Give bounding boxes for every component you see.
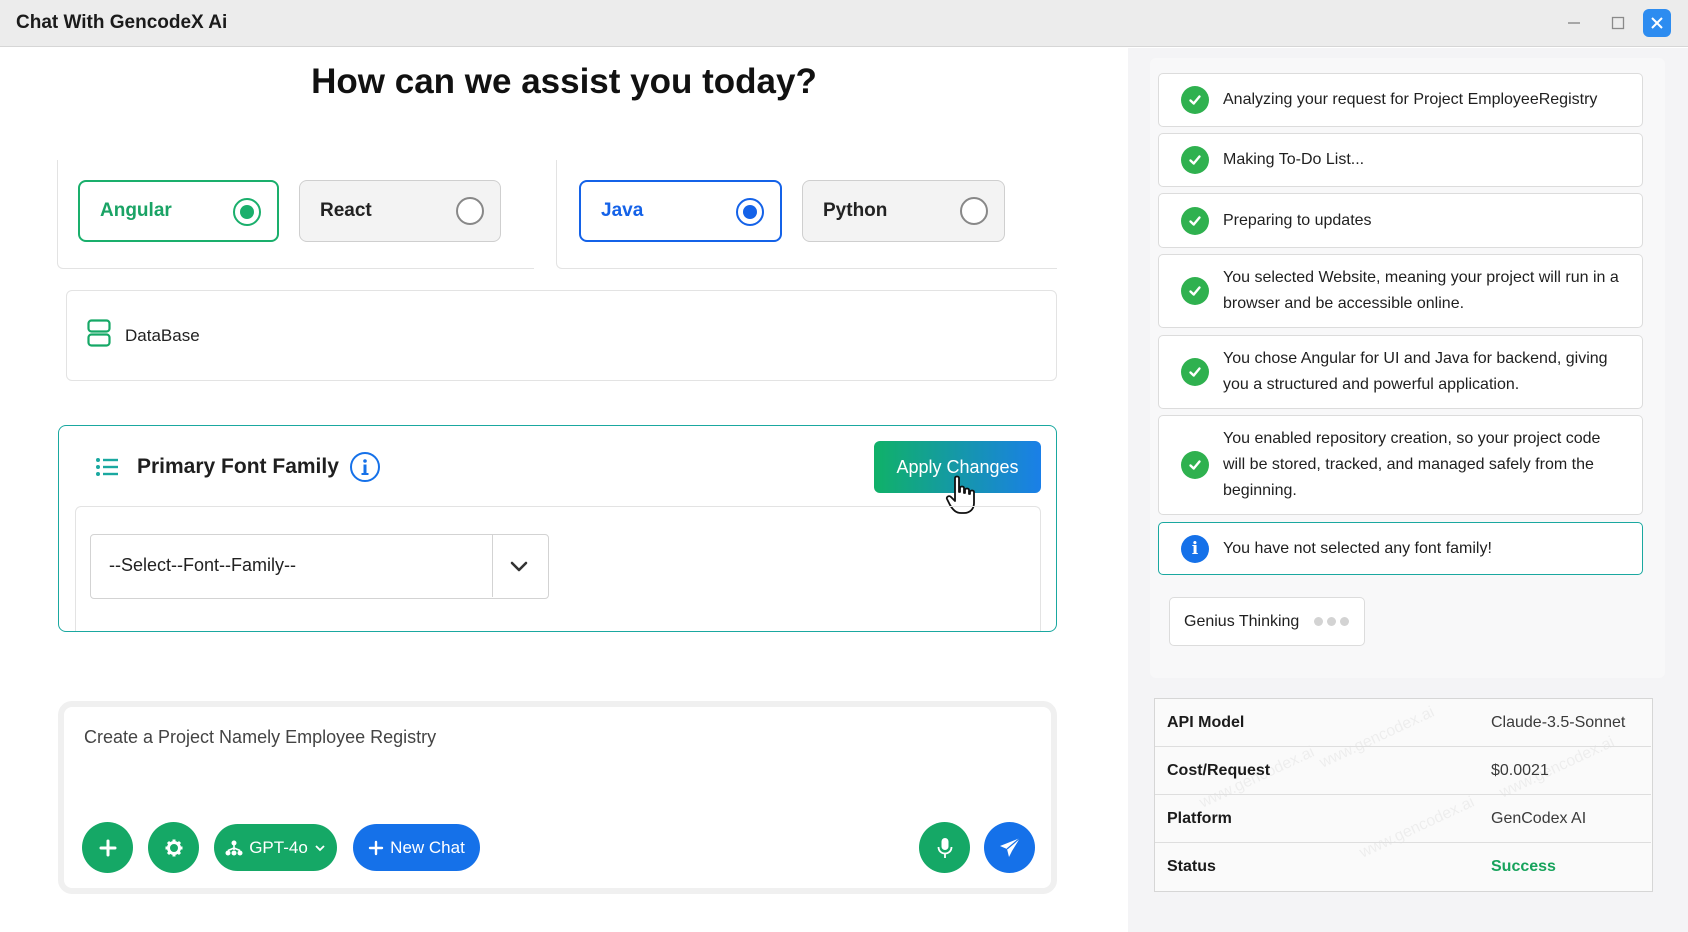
- row-key: Platform: [1167, 810, 1232, 827]
- step-item-warning: i You have not selected any font family!: [1158, 522, 1643, 575]
- row-value: Claude-3.5-Sonnet: [1491, 714, 1626, 731]
- radio-unselected-icon[interactable]: [960, 197, 988, 225]
- option-label: Angular: [100, 200, 172, 221]
- step-text: Preparing to updates: [1223, 211, 1372, 229]
- maximize-icon[interactable]: [1604, 9, 1632, 37]
- check-circle-icon: [1181, 146, 1209, 174]
- option-label: React: [320, 200, 372, 221]
- step-item: You selected Website, meaning your proje…: [1158, 254, 1643, 328]
- step-item: You enabled repository creation, so your…: [1158, 415, 1643, 515]
- table-row: Status Success: [1155, 843, 1651, 891]
- api-info-table: www.gencodex.ai www.gencodex.ai www.genc…: [1154, 698, 1653, 892]
- row-value: GenCodex AI: [1491, 810, 1587, 827]
- status-value: Success: [1491, 858, 1556, 875]
- step-item: Preparing to updates: [1158, 193, 1643, 248]
- microphone-button[interactable]: [919, 822, 970, 873]
- send-button[interactable]: [984, 822, 1035, 873]
- list-icon: [95, 456, 119, 483]
- send-icon: [999, 837, 1020, 857]
- genius-thinking-indicator: Genius Thinking: [1169, 597, 1365, 646]
- new-chat-label: New Chat: [390, 837, 465, 857]
- check-circle-icon: [1181, 277, 1209, 305]
- close-icon[interactable]: [1643, 9, 1671, 37]
- check-circle-icon: [1181, 86, 1209, 114]
- step-item: Making To-Do List...: [1158, 133, 1643, 187]
- step-text: You chose Angular for UI and Java for ba…: [1223, 350, 1608, 393]
- database-icon: [87, 319, 111, 352]
- row-key: Status: [1167, 858, 1216, 875]
- window-title: Chat With GencodeX Ai: [16, 12, 228, 33]
- chevron-down-icon: [315, 844, 325, 851]
- add-button[interactable]: [82, 822, 133, 873]
- plus-icon: [99, 839, 116, 856]
- step-text: You enabled repository creation, so your…: [1223, 430, 1601, 499]
- check-circle-icon: [1181, 206, 1209, 235]
- table-row: API Model Claude-3.5-Sonnet: [1155, 699, 1651, 747]
- step-item: Analyzing your request for Project Emplo…: [1158, 73, 1643, 127]
- model-tree-icon: [225, 840, 243, 855]
- new-chat-button[interactable]: New Chat: [353, 824, 480, 871]
- model-selector-button[interactable]: GPT-4o: [214, 824, 337, 871]
- table-row: Cost/Request $0.0021: [1155, 747, 1651, 795]
- row-key: API Model: [1167, 714, 1245, 731]
- table-row: Platform GenCodex AI: [1155, 795, 1651, 843]
- thinking-label: Genius Thinking: [1184, 612, 1300, 630]
- title-bar: Chat With GencodeX Ai: [0, 0, 1688, 47]
- model-label: GPT-4o: [249, 837, 308, 857]
- minimize-icon[interactable]: [1560, 9, 1588, 37]
- option-python[interactable]: Python: [802, 180, 1005, 242]
- plus-icon: [368, 840, 384, 855]
- page-heading: How can we assist you today?: [311, 62, 817, 101]
- option-label: Python: [823, 200, 888, 221]
- select-divider: [492, 535, 493, 597]
- font-panel-title: Primary Font Family: [137, 455, 339, 478]
- check-circle-icon: [1181, 451, 1209, 479]
- option-label: Java: [601, 200, 644, 221]
- loading-dots-icon: [1314, 617, 1349, 626]
- info-circle-icon: i: [1181, 534, 1209, 563]
- option-java[interactable]: Java: [579, 180, 782, 242]
- info-icon[interactable]: [349, 451, 381, 488]
- select-value: --Select--Font--Family--: [109, 555, 296, 575]
- gear-icon: [165, 839, 182, 856]
- step-item: You chose Angular for UI and Java for ba…: [1158, 335, 1643, 409]
- chevron-down-icon[interactable]: [508, 555, 530, 582]
- radio-selected-icon[interactable]: [233, 198, 261, 226]
- chat-input-box[interactable]: Create a Project Namely Employee Registr…: [58, 701, 1057, 894]
- database-card[interactable]: DataBase: [66, 290, 1057, 381]
- font-family-panel: Primary Font Family Apply Changes --Sele…: [58, 425, 1057, 632]
- font-family-select[interactable]: --Select--Font--Family--: [90, 534, 549, 599]
- option-angular[interactable]: Angular: [78, 180, 279, 242]
- radio-unselected-icon[interactable]: [456, 197, 484, 225]
- step-text: You selected Website, meaning your proje…: [1223, 269, 1619, 312]
- check-circle-icon: [1181, 358, 1209, 386]
- database-label: DataBase: [125, 325, 200, 345]
- row-key: Cost/Request: [1167, 762, 1271, 779]
- step-text: You have not selected any font family!: [1223, 539, 1492, 557]
- step-text: Making To-Do List...: [1223, 151, 1365, 168]
- option-react[interactable]: React: [299, 180, 501, 242]
- chat-prompt-text[interactable]: Create a Project Namely Employee Registr…: [84, 727, 436, 748]
- settings-button[interactable]: [148, 822, 199, 873]
- row-value: $0.0021: [1491, 762, 1549, 779]
- microphone-icon: [937, 837, 952, 858]
- radio-selected-icon[interactable]: [736, 198, 764, 226]
- step-text: Analyzing your request for Project Emplo…: [1223, 91, 1598, 108]
